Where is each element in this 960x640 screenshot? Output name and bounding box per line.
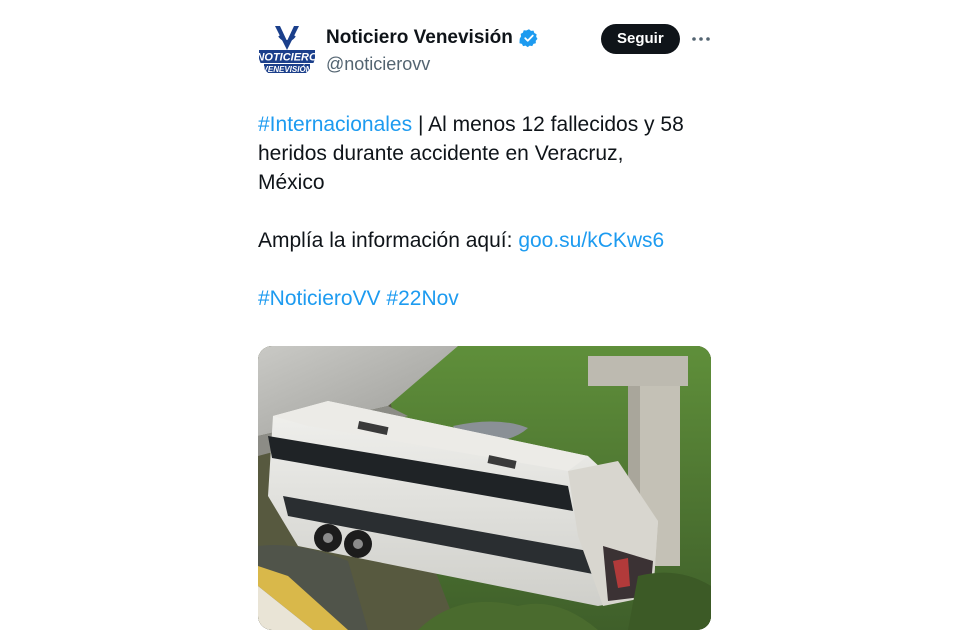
separator: | [412, 113, 428, 136]
tweet-header: NOTICIERO VENEVISIÓN Noticiero Venevisió… [258, 20, 718, 82]
crashed-bus-photo[interactable] [258, 346, 711, 630]
more-info-label: Amplía la información aquí: [258, 229, 513, 252]
article-link[interactable]: goo.su/kCKws6 [518, 229, 664, 252]
verified-badge-icon [519, 29, 538, 48]
tweet-text: #Internacionales | Al menos 12 fallecido… [258, 110, 718, 313]
hashtag-noticierovv[interactable]: #NoticieroVV [258, 287, 381, 310]
hashtag-22nov[interactable]: #22Nov [386, 287, 458, 310]
author-names: Noticiero Venevisión @noticierovv [326, 26, 539, 75]
svg-text:VENEVISIÓN: VENEVISIÓN [263, 65, 312, 74]
separator-bar: | [417, 113, 424, 136]
headline-line-3: México [258, 171, 325, 194]
author-handle[interactable]: @noticierovv [326, 54, 539, 75]
headline-line-1: #Internacionales | Al menos 12 fallecido… [258, 110, 718, 139]
headline-text: Al menos 12 fallecidos y 58 [428, 113, 684, 136]
hashtags-line: #NoticieroVV #22Nov [258, 284, 718, 313]
svg-text:NOTICIERO: NOTICIERO [258, 52, 316, 64]
more-options-icon[interactable] [690, 29, 712, 49]
follow-button[interactable]: Seguir [601, 24, 680, 54]
more-info-line: Amplía la información aquí: goo.su/kCKws… [258, 226, 718, 255]
display-name[interactable]: Noticiero Venevisión [326, 27, 513, 49]
tweet-card: NOTICIERO VENEVISIÓN Noticiero Venevisió… [258, 20, 718, 313]
hashtag-internacionales[interactable]: #Internacionales [258, 113, 412, 136]
headline-line-2: heridos durante accidente en Veracruz, [258, 142, 624, 165]
noticiero-venevision-logo-icon[interactable]: NOTICIERO VENEVISIÓN [258, 22, 316, 80]
page: NOTICIERO VENEVISIÓN Noticiero Venevisió… [0, 0, 960, 640]
display-name-row: Noticiero Venevisión [326, 26, 539, 50]
